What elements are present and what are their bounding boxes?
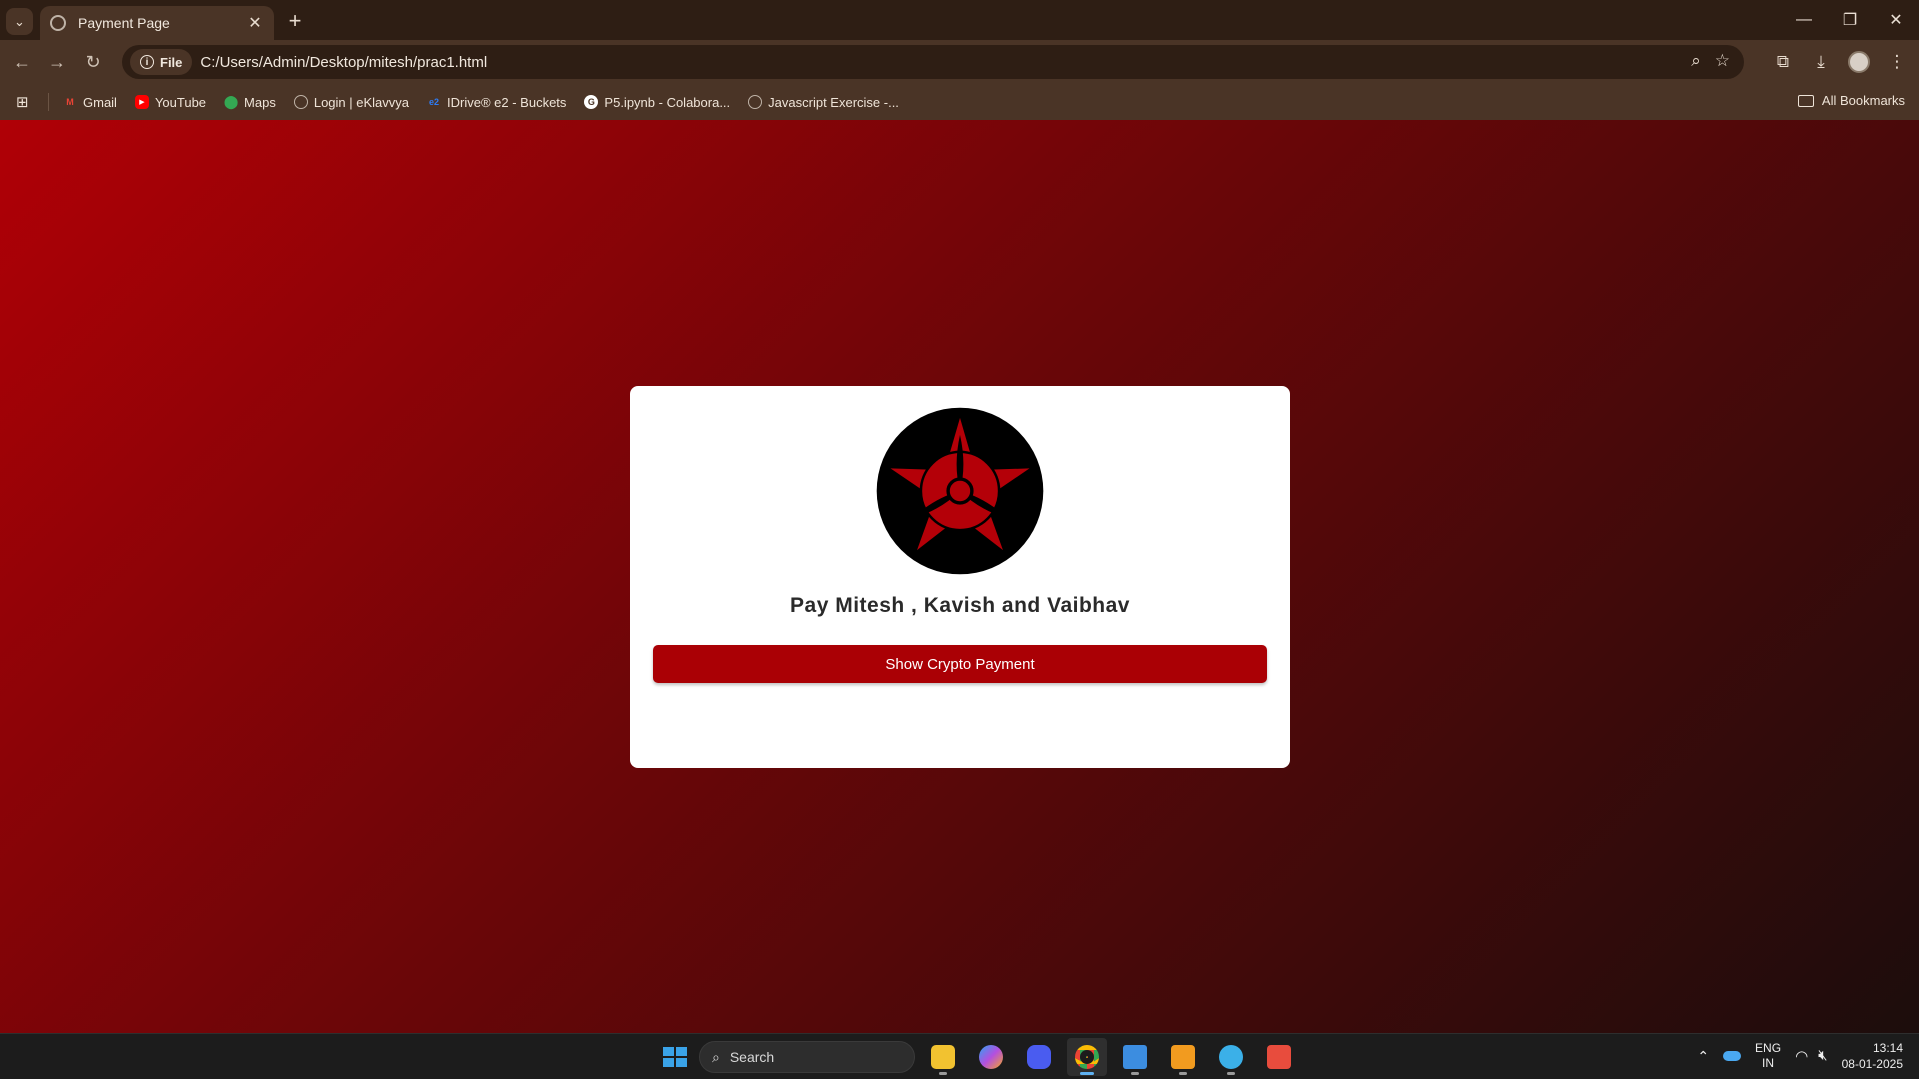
site-info-chip[interactable]: i File: [130, 49, 193, 75]
site-info-label: File: [160, 54, 183, 70]
globe-icon: [293, 95, 308, 109]
payment-card: Pay Mitesh , Kavish and Vaibhav Show Cry…: [630, 386, 1290, 768]
page-heading: Pay Mitesh , Kavish and Vaibhav: [790, 594, 1130, 617]
page-viewport: Pay Mitesh , Kavish and Vaibhav Show Cry…: [0, 120, 1919, 1033]
clock-date: 08-01-2025: [1841, 1057, 1903, 1071]
profile-avatar[interactable]: [1845, 48, 1873, 76]
file-explorer-icon[interactable]: [923, 1038, 963, 1076]
tab-payment-page[interactable]: Payment Page ✕: [40, 6, 274, 40]
all-bookmarks[interactable]: All Bookmarks: [1797, 93, 1905, 108]
browser-app-icon[interactable]: [1211, 1038, 1251, 1076]
start-button-icon[interactable]: [655, 1039, 691, 1075]
extensions-icon[interactable]: ⧉: [1769, 48, 1797, 76]
window-controls: — ❐ ✕: [1781, 0, 1919, 40]
new-tab-button[interactable]: +: [282, 8, 308, 34]
restore-icon[interactable]: ❐: [1827, 0, 1873, 40]
apps-grid-icon[interactable]: ⊞: [16, 93, 34, 111]
windows-taskbar: ⌕ Search ⌃ ENG IN ◠ 🔇︎ 13:14 08-01-2025: [0, 1033, 1919, 1079]
bookmark-eklavvya[interactable]: Login | eKlavvya: [293, 94, 410, 110]
google-icon: G: [584, 95, 599, 109]
close-tab-icon[interactable]: ✕: [246, 13, 264, 33]
browser-titlebar: ⌄ Payment Page ✕ + — ❐ ✕: [0, 0, 1919, 40]
bookmark-label: Javascript Exercise -...: [768, 94, 899, 110]
gmail-icon: M: [66, 97, 74, 107]
info-icon: i: [140, 55, 154, 69]
zoom-icon[interactable]: ⌕: [1691, 51, 1701, 71]
minimize-icon[interactable]: —: [1781, 0, 1827, 40]
reload-icon[interactable]: ↻: [79, 48, 107, 76]
bookmark-label: IDrive® e2 - Buckets: [447, 94, 567, 110]
close-window-icon[interactable]: ✕: [1873, 0, 1919, 40]
bookmark-colab[interactable]: G P5.ipynb - Colabora...: [584, 95, 730, 110]
bookmarks-divider: [48, 93, 49, 111]
tab-search-button[interactable]: ⌄: [6, 8, 33, 35]
bookmark-gmail[interactable]: M Gmail: [63, 95, 117, 110]
bookmark-label: YouTube: [154, 94, 207, 110]
download-icon[interactable]: ⤓: [1807, 48, 1835, 76]
wifi-icon[interactable]: ◠: [1795, 1047, 1808, 1065]
folder-icon: [1797, 94, 1814, 107]
idrive-icon: e2: [429, 97, 440, 107]
address-bar[interactable]: i File C:/Users/Admin/Desktop/mitesh/pra…: [122, 45, 1744, 79]
bookmark-idrive[interactable]: e2 IDrive® e2 - Buckets: [427, 95, 566, 110]
all-bookmarks-label: All Bookmarks: [1821, 93, 1905, 108]
bookmarks-bar: ⊞ M Gmail ▶ YouTube ⬤ Maps Login | eKlav…: [0, 84, 1919, 120]
bookmark-youtube[interactable]: ▶ YouTube: [134, 94, 207, 110]
language-code: ENG: [1755, 1041, 1782, 1055]
bookmark-star-icon[interactable]: ☆: [1715, 51, 1730, 71]
bookmark-label: P5.ipynb - Colabora...: [604, 94, 731, 110]
taskbar-search-label: Search: [729, 1049, 775, 1065]
volume-muted-icon[interactable]: 🔇︎: [1818, 1047, 1827, 1065]
chevron-up-icon[interactable]: ⌃: [1697, 1048, 1709, 1065]
globe-icon: [748, 95, 763, 109]
taskbar-search[interactable]: ⌕ Search: [699, 1041, 915, 1073]
youtube-icon: ▶: [134, 95, 149, 109]
bookmark-maps[interactable]: ⬤ Maps: [223, 94, 276, 110]
sublime-text-icon[interactable]: [1163, 1038, 1203, 1076]
menu-icon[interactable]: ⋮: [1883, 48, 1911, 76]
notepad-icon[interactable]: [1115, 1038, 1155, 1076]
maps-icon: ⬤: [223, 94, 239, 109]
sharingan-logo: [876, 407, 1044, 575]
language-indicator[interactable]: ENG IN: [1755, 1041, 1781, 1071]
search-icon: ⌕: [712, 1048, 720, 1065]
bookmark-label: Gmail: [83, 94, 117, 110]
chrome-icon[interactable]: [1067, 1038, 1107, 1076]
snipping-tool-icon[interactable]: [1259, 1038, 1299, 1076]
onedrive-icon[interactable]: [1723, 1051, 1742, 1061]
bookmark-javascript[interactable]: Javascript Exercise -...: [748, 95, 899, 110]
bookmark-label: Login | eKlavvya: [313, 94, 410, 110]
forward-icon[interactable]: →: [43, 48, 71, 76]
clock[interactable]: 13:14 08-01-2025: [1842, 1040, 1903, 1072]
back-icon[interactable]: ←: [8, 48, 36, 76]
app-icon[interactable]: [1019, 1038, 1059, 1076]
url-text[interactable]: C:/Users/Admin/Desktop/mitesh/prac1.html: [200, 54, 487, 71]
show-crypto-payment-button[interactable]: Show Crypto Payment: [653, 645, 1267, 683]
tab-title: Payment Page: [78, 15, 170, 31]
copilot-icon[interactable]: [971, 1038, 1011, 1076]
clock-time: 13:14: [1872, 1041, 1903, 1055]
region-code: IN: [1762, 1056, 1775, 1070]
globe-icon: [50, 15, 66, 31]
bookmark-label: Maps: [244, 94, 276, 110]
browser-toolbar: ← → ↻ i File C:/Users/Admin/Desktop/mite…: [0, 40, 1919, 84]
